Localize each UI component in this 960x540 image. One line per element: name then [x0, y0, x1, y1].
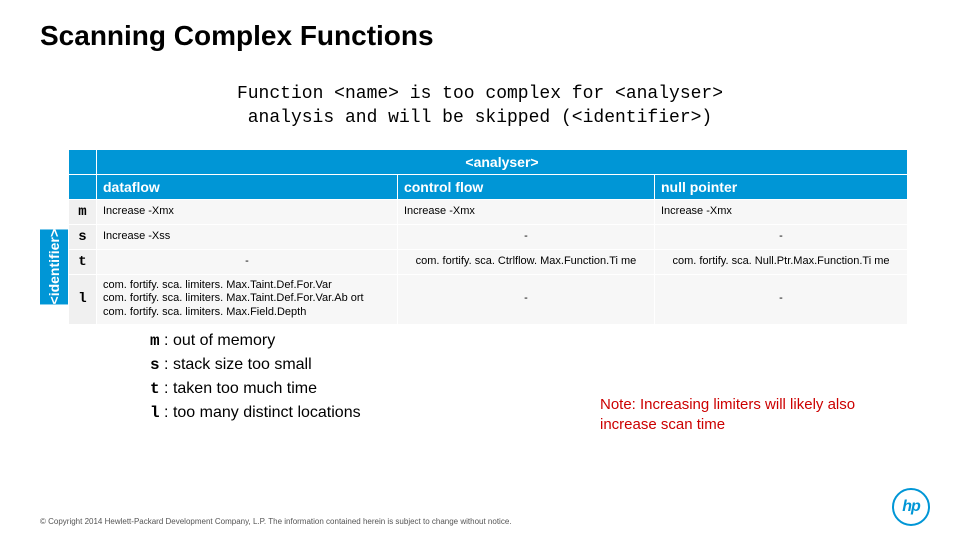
table-super-header: <analyser>: [97, 149, 908, 174]
legend-code: m: [150, 332, 160, 350]
col-controlflow: control flow: [397, 174, 654, 199]
warning-message: Function <name> is too complex for <anal…: [0, 82, 960, 131]
identifier-axis-label: <identifier>: [40, 229, 68, 304]
analyser-table: <analyser> dataflow control flow null po…: [68, 149, 908, 325]
legend-text: : stack size too small: [160, 356, 312, 373]
cell: -: [397, 274, 654, 324]
cell: com. fortify. sca. Ctrlflow. Max.Functio…: [397, 249, 654, 274]
cell: com. fortify. sca. Null.Ptr.Max.Function…: [654, 249, 907, 274]
legend-code: s: [150, 356, 160, 374]
row-id-l: l: [69, 274, 97, 324]
legend-item: s : stack size too small: [150, 353, 960, 377]
row-id-m: m: [69, 199, 97, 224]
hp-logo-icon: hp: [892, 488, 930, 526]
legend-item: m : out of memory: [150, 329, 960, 353]
row-id-s: s: [69, 224, 97, 249]
legend-text: : taken too much time: [160, 380, 317, 397]
table-row: s Increase -Xss - -: [69, 224, 908, 249]
warning-line2: analysis and will be skipped (<identifie…: [0, 106, 960, 130]
cell: -: [654, 274, 907, 324]
cell: Increase -Xss: [97, 224, 398, 249]
cell: -: [97, 249, 398, 274]
col-dataflow: dataflow: [97, 174, 398, 199]
row-id-t: t: [69, 249, 97, 274]
legend-code: l: [150, 404, 160, 422]
cell: -: [397, 224, 654, 249]
legend-text: : out of memory: [160, 332, 276, 349]
table-row: l com. fortify. sca. limiters. Max.Taint…: [69, 274, 908, 324]
cell: Increase -Xmx: [654, 199, 907, 224]
cell: Increase -Xmx: [397, 199, 654, 224]
copyright-footer: © Copyright 2014 Hewlett-Packard Develop…: [40, 517, 512, 526]
cell: Increase -Xmx: [97, 199, 398, 224]
table-row: t - com. fortify. sca. Ctrlflow. Max.Fun…: [69, 249, 908, 274]
col-nullpointer: null pointer: [654, 174, 907, 199]
note-text: Note: Increasing limiters will likely al…: [600, 395, 900, 434]
legend-text: : too many distinct locations: [160, 404, 361, 421]
content-area: <identifier> <analyser> dataflow control…: [40, 149, 960, 325]
slide-title: Scanning Complex Functions: [0, 0, 960, 52]
warning-line1: Function <name> is too complex for <anal…: [0, 82, 960, 106]
legend-code: t: [150, 380, 160, 398]
cell: -: [654, 224, 907, 249]
table-row: m Increase -Xmx Increase -Xmx Increase -…: [69, 199, 908, 224]
cell: com. fortify. sca. limiters. Max.Taint.D…: [97, 274, 398, 324]
